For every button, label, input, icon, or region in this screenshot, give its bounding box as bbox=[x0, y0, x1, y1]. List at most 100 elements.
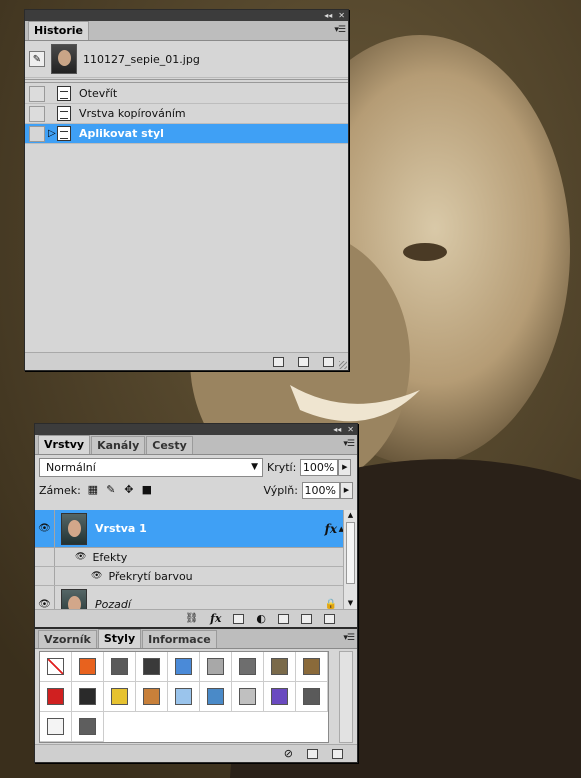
new-snapshot-icon[interactable] bbox=[298, 356, 309, 367]
style-swatch[interactable] bbox=[136, 652, 168, 682]
collapse-icon[interactable]: ◂◂ bbox=[324, 11, 332, 20]
chevron-down-icon: ▼ bbox=[251, 461, 258, 472]
style-swatch[interactable] bbox=[104, 682, 136, 712]
panel-menu-icon[interactable]: ▾☰ bbox=[343, 439, 355, 449]
layers-bottom-bar: ⛓ fx ◐ bbox=[35, 609, 357, 627]
fill-slider-button[interactable]: ▶ bbox=[340, 481, 353, 499]
history-state-row-selected[interactable]: ▷ Aplikovat styl bbox=[25, 124, 348, 144]
history-titlebar[interactable]: ◂◂ ✕ bbox=[25, 10, 348, 21]
style-swatch[interactable] bbox=[40, 682, 72, 712]
tab-layers[interactable]: Vrstvy bbox=[38, 435, 91, 454]
style-swatch-preview bbox=[143, 688, 160, 705]
style-swatch[interactable] bbox=[168, 652, 200, 682]
style-swatch-preview bbox=[207, 688, 224, 705]
effects-row[interactable]: 👁 Efekty bbox=[35, 548, 343, 567]
new-layer-icon[interactable] bbox=[301, 613, 312, 624]
style-swatch[interactable] bbox=[104, 652, 136, 682]
history-brush-checkbox[interactable] bbox=[29, 85, 45, 102]
panel-menu-icon[interactable]: ▾☰ bbox=[334, 25, 346, 35]
lock-transparency-icon[interactable]: ▦ bbox=[87, 484, 99, 496]
lock-position-icon[interactable]: ✥ bbox=[123, 484, 135, 496]
document-icon bbox=[57, 126, 71, 141]
effects-eye-icon[interactable]: 👁 bbox=[75, 552, 86, 562]
style-swatch[interactable] bbox=[72, 652, 104, 682]
tab-swatches[interactable]: Vzorník bbox=[38, 630, 97, 648]
visibility-eye-icon[interactable]: 👁 bbox=[35, 510, 55, 547]
layer-name: Vrstva 1 bbox=[95, 522, 147, 535]
style-swatch[interactable] bbox=[200, 652, 232, 682]
trash-icon[interactable] bbox=[323, 356, 334, 367]
blend-mode-select[interactable]: Normální ▼ bbox=[39, 457, 263, 477]
style-swatch[interactable] bbox=[72, 712, 104, 742]
style-swatch[interactable] bbox=[40, 712, 72, 742]
document-icon bbox=[57, 86, 71, 101]
resize-grip[interactable] bbox=[339, 361, 347, 369]
style-swatch[interactable] bbox=[72, 682, 104, 712]
style-swatch[interactable] bbox=[296, 652, 328, 682]
layer-thumbnail bbox=[61, 512, 87, 545]
layer-row-selected[interactable]: 👁 Vrstva 1 fx ▲ bbox=[35, 510, 343, 548]
layer-row[interactable]: 👁 Pozadí 🔒 bbox=[35, 586, 343, 609]
style-swatch[interactable] bbox=[200, 682, 232, 712]
lock-all-icon[interactable]: ■ bbox=[141, 484, 153, 496]
layers-scrollbar[interactable]: ▲ ▼ bbox=[343, 510, 357, 609]
style-swatch[interactable] bbox=[264, 682, 296, 712]
fx-icon[interactable]: fx bbox=[325, 522, 337, 536]
state-pointer-icon[interactable]: ▷ bbox=[48, 128, 56, 139]
clear-style-icon[interactable]: ⊘ bbox=[284, 747, 293, 760]
style-swatch[interactable] bbox=[232, 682, 264, 712]
close-icon[interactable]: ✕ bbox=[347, 425, 354, 434]
panel-menu-icon[interactable]: ▾☰ bbox=[343, 633, 355, 643]
style-swatch[interactable] bbox=[168, 682, 200, 712]
scroll-down-icon[interactable]: ▼ bbox=[344, 598, 357, 609]
style-swatch-preview bbox=[111, 688, 128, 705]
layers-titlebar[interactable]: ◂◂ ✕ bbox=[35, 424, 357, 435]
lock-pixels-icon[interactable]: ✎ bbox=[105, 484, 117, 496]
opacity-slider-button[interactable]: ▶ bbox=[338, 458, 352, 476]
effect-eye-icon[interactable]: 👁 bbox=[91, 571, 102, 581]
style-swatch[interactable] bbox=[264, 652, 296, 682]
effects-label: Efekty bbox=[92, 550, 128, 564]
styles-scrollbar[interactable] bbox=[339, 651, 353, 743]
layer-list: 👁 Vrstva 1 fx ▲ 👁 Efekty 👁 Překrytí barv… bbox=[35, 510, 343, 609]
trash-icon[interactable] bbox=[332, 748, 343, 759]
history-brush-source-icon[interactable]: ✎ bbox=[29, 51, 45, 67]
lock-row: Zámek: ▦ ✎ ✥ ■ Výplň: 100% ▶ bbox=[35, 479, 357, 501]
scroll-thumb[interactable] bbox=[346, 522, 355, 584]
style-swatch[interactable] bbox=[40, 652, 72, 682]
tab-channels[interactable]: Kanály bbox=[91, 436, 146, 454]
blend-mode-value: Normální bbox=[46, 460, 96, 474]
visibility-eye-icon[interactable]: 👁 bbox=[35, 586, 55, 609]
collapse-icon[interactable]: ◂◂ bbox=[333, 425, 341, 434]
tab-paths[interactable]: Cesty bbox=[146, 436, 193, 454]
style-swatch[interactable] bbox=[136, 682, 168, 712]
group-icon[interactable] bbox=[278, 613, 289, 624]
tab-history[interactable]: Historie bbox=[28, 21, 89, 40]
style-swatch-preview bbox=[47, 688, 64, 705]
mask-icon[interactable] bbox=[233, 613, 245, 624]
scroll-up-icon[interactable]: ▲ bbox=[344, 510, 357, 521]
close-icon[interactable]: ✕ bbox=[338, 11, 345, 20]
style-swatch[interactable] bbox=[296, 682, 328, 712]
new-style-icon[interactable] bbox=[307, 748, 318, 759]
new-document-from-state-icon[interactable] bbox=[273, 356, 284, 367]
layer-thumbnail bbox=[61, 588, 87, 609]
opacity-input[interactable]: 100% bbox=[300, 458, 339, 476]
snapshot-row[interactable]: ✎ 110127_sepie_01.jpg bbox=[25, 41, 348, 78]
trash-icon[interactable] bbox=[324, 613, 335, 624]
style-swatch[interactable] bbox=[232, 652, 264, 682]
fx-icon[interactable]: fx bbox=[210, 612, 221, 625]
tab-styles[interactable]: Styly bbox=[97, 629, 142, 648]
effect-item-row[interactable]: 👁 Překrytí barvou bbox=[35, 567, 343, 586]
history-state-row[interactable]: Otevřít bbox=[25, 84, 348, 104]
style-swatch-preview bbox=[239, 688, 256, 705]
history-brush-checkbox[interactable] bbox=[29, 125, 45, 142]
fill-input[interactable]: 100% bbox=[302, 481, 340, 499]
layers-panel: ◂◂ ✕ Vrstvy Kanály Cesty ▾☰ Normální ▼ K… bbox=[34, 423, 358, 628]
history-state-row[interactable]: Vrstva kopírováním bbox=[25, 104, 348, 124]
opacity-label: Krytí: bbox=[267, 460, 297, 474]
adjustment-icon[interactable]: ◐ bbox=[256, 612, 266, 625]
history-brush-checkbox[interactable] bbox=[29, 105, 45, 122]
link-icon[interactable]: ⛓ bbox=[185, 613, 198, 624]
tab-info[interactable]: Informace bbox=[142, 630, 217, 648]
